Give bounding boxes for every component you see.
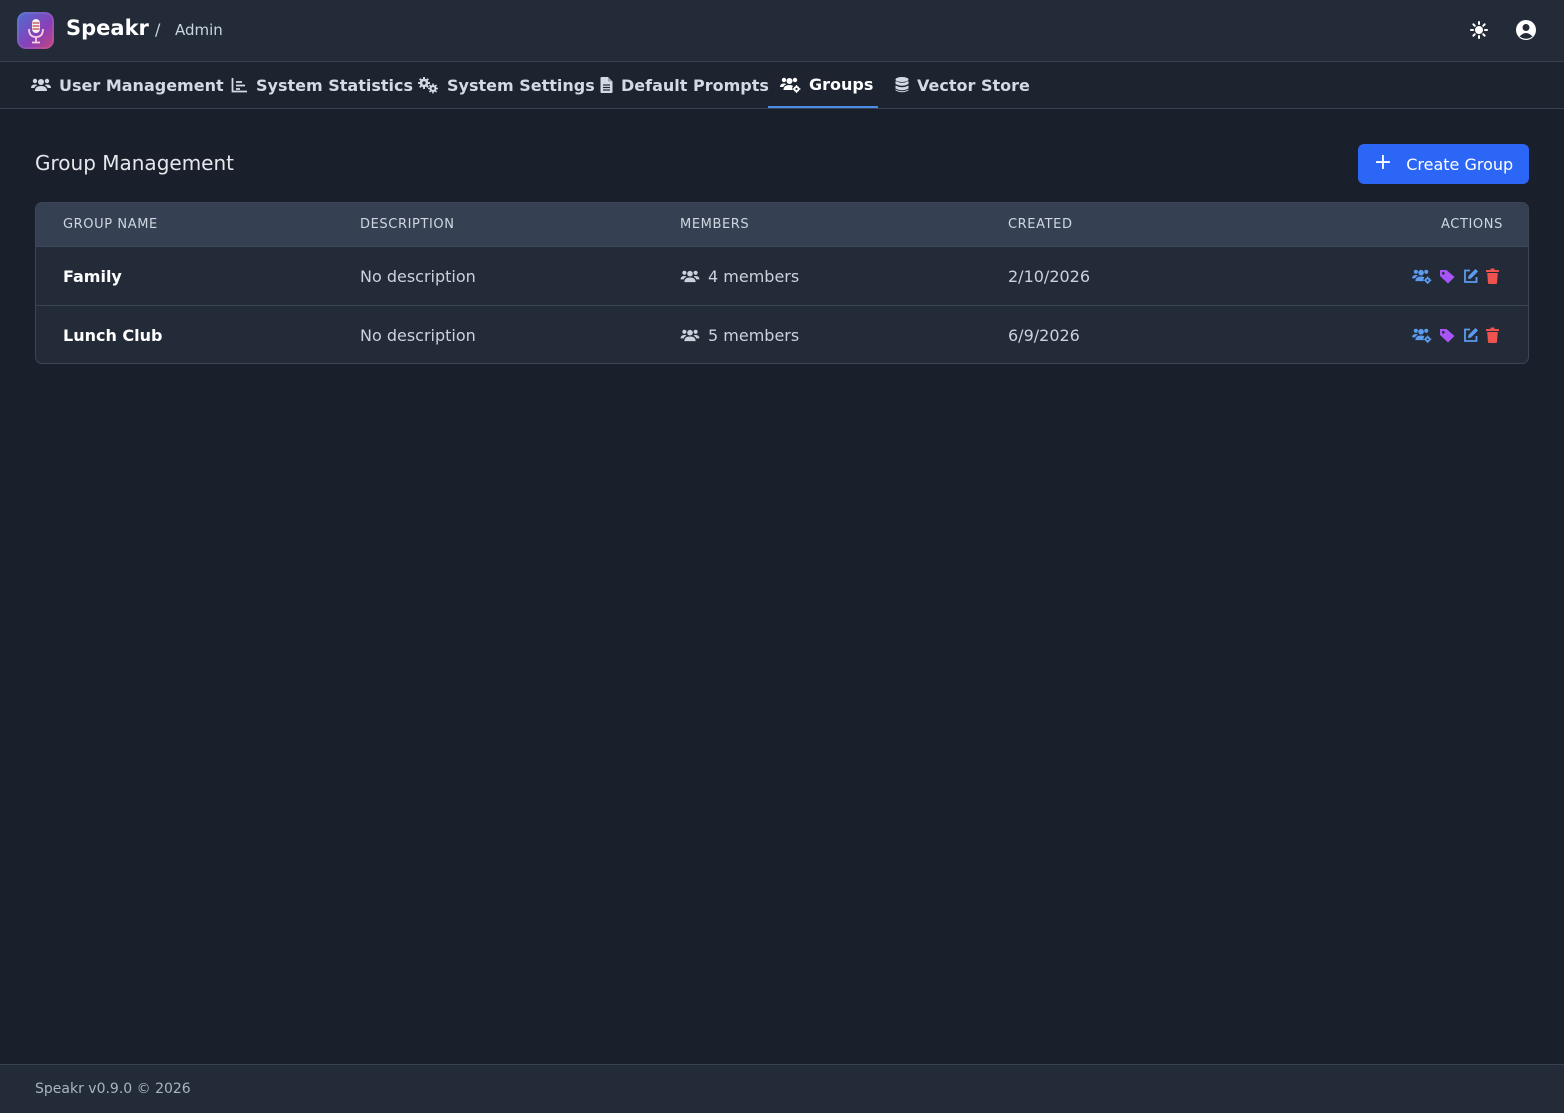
column-header-group-name: GROUP NAME xyxy=(63,217,158,232)
row-actions xyxy=(1412,268,1499,284)
column-header-description: DESCRIPTION xyxy=(360,217,455,232)
footer: Speakr v0.9.0 © 2026 xyxy=(0,1064,1564,1113)
top-bar: Speakr / Admin xyxy=(0,0,1564,62)
sun-icon xyxy=(1470,21,1488,39)
group-members: 5 members xyxy=(680,326,799,345)
tab-default-prompts[interactable]: Default Prompts xyxy=(600,62,769,108)
database-icon xyxy=(895,77,909,93)
tab-system-settings[interactable]: System Settings xyxy=(418,62,595,108)
create-group-label: Create Group xyxy=(1406,154,1514,174)
footer-version-text: Speakr v0.9.0 © 2026 xyxy=(35,1081,191,1097)
users-cog-icon xyxy=(1412,328,1432,343)
table-row: Lunch Club No description 5 members 6/9/… xyxy=(36,307,1528,363)
column-header-actions: ACTIONS xyxy=(1441,217,1503,232)
tab-label: Groups xyxy=(809,74,874,94)
table-row: Family No description 4 members 2/10/202… xyxy=(36,248,1528,306)
users-cog-icon xyxy=(1412,269,1432,284)
users-cog-icon xyxy=(780,77,801,93)
table-header: GROUP NAME DESCRIPTION MEMBERS CREATED A… xyxy=(36,203,1528,247)
breadcrumb-separator: / xyxy=(155,20,161,39)
group-description: No description xyxy=(360,267,476,286)
group-name: Lunch Club xyxy=(63,326,163,345)
users-icon xyxy=(680,329,700,342)
column-header-created: CREATED xyxy=(1008,217,1073,232)
group-created-date: 2/10/2026 xyxy=(1008,267,1091,286)
member-count: 4 members xyxy=(708,267,800,286)
create-group-button[interactable]: + Create Group xyxy=(1358,144,1529,184)
user-circle-icon xyxy=(1516,20,1536,40)
edit-group-button[interactable] xyxy=(1463,327,1479,343)
column-header-members: MEMBERS xyxy=(680,217,750,232)
delete-group-button[interactable] xyxy=(1486,268,1499,284)
tab-label: Vector Store xyxy=(917,75,1030,95)
microphone-icon xyxy=(27,18,44,43)
tab-vector-store[interactable]: Vector Store xyxy=(895,62,1030,108)
page-title: Group Management xyxy=(35,151,234,175)
tab-label: System Settings xyxy=(447,75,595,95)
tab-groups[interactable]: Groups xyxy=(768,62,878,108)
tab-user-management[interactable]: User Management xyxy=(31,62,224,108)
edit-icon xyxy=(1464,269,1478,283)
chart-line-icon xyxy=(231,78,247,93)
trash-icon xyxy=(1486,327,1499,343)
tag-icon xyxy=(1440,328,1455,342)
edit-group-button[interactable] xyxy=(1463,268,1479,284)
tab-label: Default Prompts xyxy=(621,75,769,95)
group-created-date: 6/9/2026 xyxy=(1008,326,1080,345)
tab-label: System Statistics xyxy=(256,75,413,95)
delete-group-button[interactable] xyxy=(1486,327,1499,343)
plus-icon: + xyxy=(1373,150,1393,175)
tab-label: User Management xyxy=(59,75,224,95)
admin-tab-bar: User Management System Statistics System… xyxy=(0,62,1564,109)
app-name[interactable]: Speakr xyxy=(66,16,149,40)
users-icon xyxy=(31,78,51,91)
member-count: 5 members xyxy=(708,326,800,345)
group-description: No description xyxy=(360,326,476,345)
app-logo[interactable] xyxy=(17,12,54,49)
manage-members-button[interactable] xyxy=(1412,268,1432,284)
row-actions xyxy=(1412,327,1499,343)
document-icon xyxy=(600,77,613,93)
group-tags-button[interactable] xyxy=(1439,328,1456,343)
user-menu-button[interactable] xyxy=(1514,18,1538,42)
cogs-icon xyxy=(418,76,438,93)
tab-system-statistics[interactable]: System Statistics xyxy=(231,62,413,108)
group-members: 4 members xyxy=(680,267,799,286)
trash-icon xyxy=(1486,268,1499,284)
group-tags-button[interactable] xyxy=(1439,269,1456,284)
breadcrumb-admin: Admin xyxy=(175,21,223,39)
groups-table: GROUP NAME DESCRIPTION MEMBERS CREATED A… xyxy=(35,202,1529,364)
tag-icon xyxy=(1440,269,1455,283)
group-name: Family xyxy=(63,267,122,286)
users-icon xyxy=(680,270,700,283)
manage-members-button[interactable] xyxy=(1412,327,1432,343)
edit-icon xyxy=(1464,328,1478,342)
theme-toggle-button[interactable] xyxy=(1467,18,1491,42)
